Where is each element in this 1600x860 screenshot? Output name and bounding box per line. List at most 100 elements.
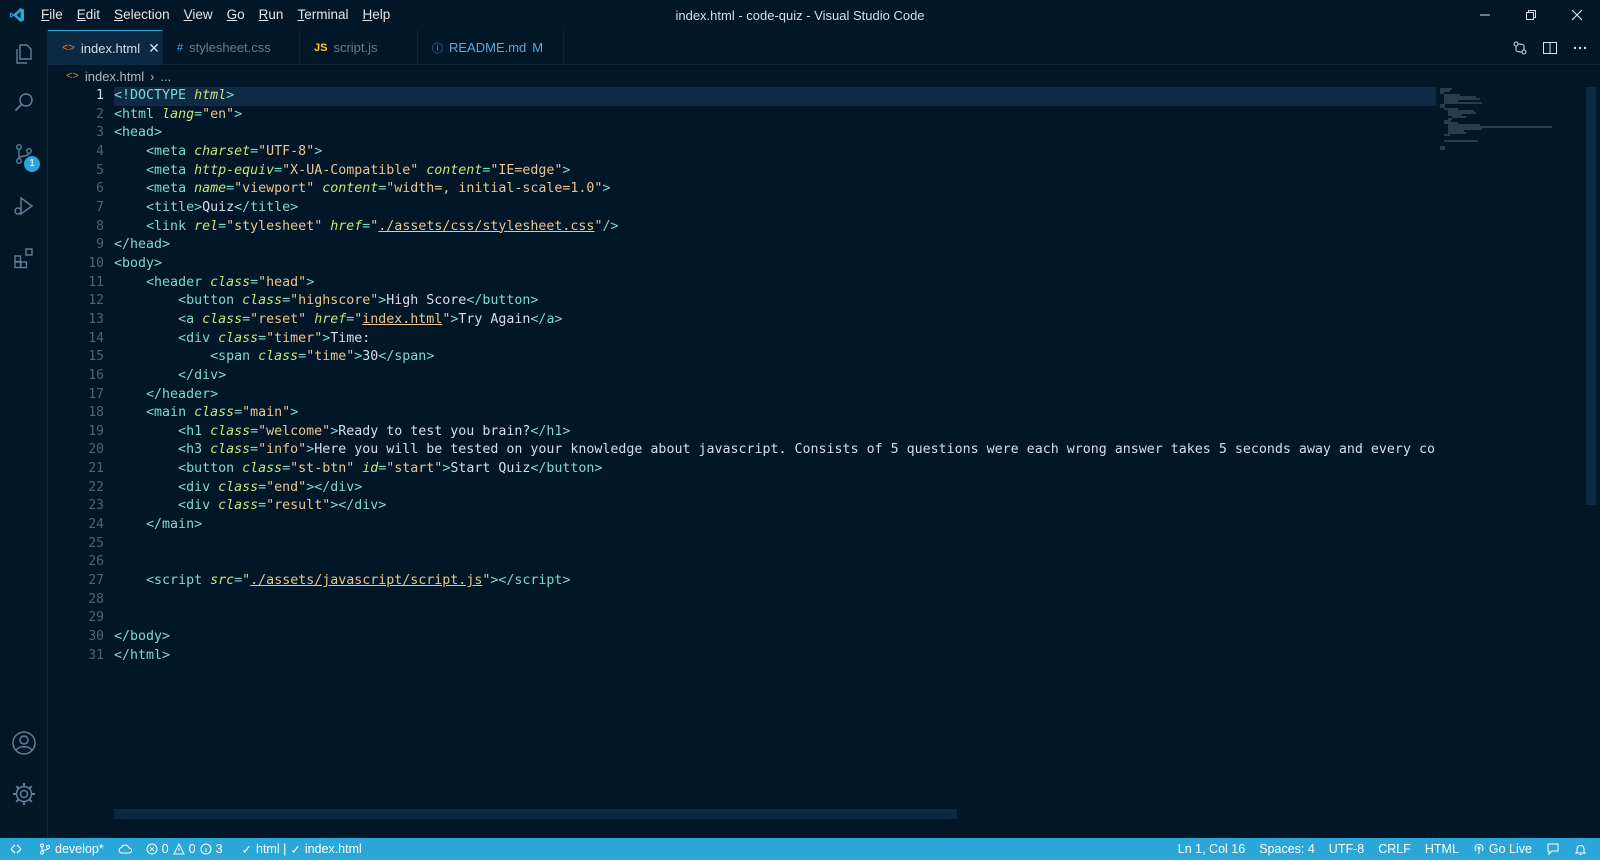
menu-view[interactable]: View — [177, 0, 220, 30]
search-icon — [14, 93, 33, 112]
html-validator-status[interactable]: ✓ html | ✓ index.html — [230, 838, 369, 860]
run-debug-button[interactable] — [0, 182, 48, 230]
code-line: <head> — [114, 125, 163, 141]
vertical-scrollbar[interactable] — [1586, 87, 1596, 505]
info-icon: ⓘ — [432, 42, 443, 55]
problems-indicator[interactable]: 0 0 3 — [139, 838, 230, 860]
close-icon — [1571, 9, 1583, 21]
end-of-line[interactable]: CRLF — [1371, 838, 1418, 860]
cloud-sync-icon — [118, 844, 132, 854]
sync-button[interactable] — [111, 838, 139, 860]
feedback-icon — [1547, 843, 1559, 856]
minimap-preview — [1440, 88, 1552, 150]
menu-edit[interactable]: Edit — [70, 0, 107, 30]
close-tab-icon[interactable]: ✕ — [148, 40, 160, 57]
error-icon — [146, 843, 158, 855]
tab-index-html[interactable]: <> index.html ✕ — [48, 30, 163, 65]
extensions-button[interactable] — [0, 234, 48, 282]
git-branch-icon — [40, 843, 50, 855]
split-editor-icon[interactable] — [1542, 40, 1558, 56]
line-number: 28 — [88, 591, 104, 607]
code-line: <button class="st-btn" id="start">Start … — [178, 461, 603, 477]
breadcrumb-file[interactable]: index.html — [85, 69, 144, 84]
line-number: 12 — [88, 293, 104, 309]
line-number: 30 — [88, 629, 104, 645]
bell-icon — [1574, 844, 1587, 855]
menu-run[interactable]: Run — [252, 0, 291, 30]
menu-go[interactable]: Go — [220, 0, 252, 30]
code-line: <div class="timer">Time: — [178, 330, 371, 346]
code-line: <div class="result"></div> — [178, 498, 387, 514]
source-control-button[interactable]: 1 — [0, 130, 48, 178]
line-number: 3 — [96, 125, 104, 141]
info-count: 3 — [215, 842, 223, 856]
cursor-position[interactable]: Ln 1, Col 16 — [1171, 838, 1252, 860]
feedback-button[interactable] — [1539, 838, 1567, 860]
line-number: 25 — [88, 535, 104, 551]
tab-stylesheet-css[interactable]: # stylesheet.css — [163, 30, 300, 65]
open-changes-icon[interactable] — [1512, 40, 1528, 56]
branch-indicator[interactable]: develop* — [32, 838, 111, 860]
extensions-icon — [14, 248, 33, 269]
minimap[interactable] — [1436, 87, 1556, 820]
line-number: 27 — [88, 573, 104, 589]
minimize-button[interactable] — [1462, 0, 1508, 30]
more-actions-icon[interactable] — [1572, 40, 1588, 56]
notifications-button[interactable] — [1567, 838, 1594, 860]
account-icon — [12, 731, 36, 755]
editor[interactable]: 1 2 3 4 5 6 7 8 9 10 11 12 13 14 15 16 17 18 19 20 21 22 23 24 2… — [48, 87, 1600, 820]
line-number: 8 — [96, 218, 104, 234]
line-number: 4 — [96, 143, 104, 159]
code-line: <meta name="viewport" content="width=, i… — [146, 181, 611, 197]
vscode-logo-icon — [0, 0, 34, 30]
line-number: 1 — [96, 88, 104, 103]
menu-terminal[interactable]: Terminal — [290, 0, 355, 30]
code-line: </div> — [178, 367, 227, 383]
status-bar-right: Ln 1, Col 16 Spaces: 4 UTF-8 CRLF HTML G… — [1171, 838, 1594, 860]
run-debug-icon — [14, 196, 34, 216]
code-area[interactable]: <!DOCTYPE html> <html lang="en"> <head> … — [114, 87, 1436, 665]
html-file-icon: <> — [62, 42, 75, 54]
go-live-label: Go Live — [1488, 842, 1532, 856]
code-line: <header class="head"> — [146, 274, 315, 290]
line-number: 10 — [88, 255, 104, 271]
menu-help[interactable]: Help — [355, 0, 397, 30]
restore-button[interactable] — [1508, 0, 1554, 30]
encoding[interactable]: UTF-8 — [1322, 838, 1371, 860]
line-number: 7 — [96, 199, 104, 215]
code-line: <title>Quiz</title> — [146, 199, 299, 215]
tab-readme-md[interactable]: ⓘ README.md M — [418, 30, 564, 65]
breadcrumb-symbols[interactable]: ... — [160, 69, 171, 84]
line-number-gutter: 1 2 3 4 5 6 7 8 9 10 11 12 13 14 15 16 17 18 19 20 21 22 23 24 2… — [48, 87, 104, 665]
tab-script-js[interactable]: JS script.js — [300, 30, 418, 65]
remote-indicator[interactable] — [0, 838, 32, 860]
accounts-button[interactable] — [0, 719, 48, 767]
search-button[interactable] — [0, 78, 48, 126]
explorer-button[interactable] — [0, 30, 48, 78]
tab-label: script.js — [333, 40, 378, 55]
error-count: 0 — [161, 842, 169, 856]
line-number: 11 — [88, 274, 104, 290]
css-file-icon: # — [177, 41, 184, 54]
horizontal-scrollbar[interactable] — [114, 809, 957, 819]
title-bar: File Edit Selection View Go Run Terminal… — [0, 0, 1600, 30]
tab-label: index.html — [80, 40, 141, 56]
breadcrumb: <> index.html › ... — [48, 65, 1600, 87]
status-bar: develop* 0 0 3 ✓ html | ✓ index.html Ln … — [0, 838, 1600, 860]
manage-button[interactable] — [0, 770, 48, 818]
line-number: 24 — [88, 517, 104, 533]
go-live-button[interactable]: Go Live — [1466, 838, 1539, 860]
menu-bar: File Edit Selection View Go Run Terminal… — [34, 0, 397, 30]
language-mode[interactable]: HTML — [1418, 838, 1466, 860]
indentation[interactable]: Spaces: 4 — [1252, 838, 1322, 860]
menu-file[interactable]: File — [34, 0, 70, 30]
menu-selection[interactable]: Selection — [107, 0, 177, 30]
close-window-button[interactable] — [1554, 0, 1600, 30]
code-line: <div class="end"></div> — [178, 479, 363, 495]
code-line: <a class="reset" href="index.html">Try A… — [178, 311, 563, 327]
code-line: </html> — [114, 647, 171, 663]
code-line: <main class="main"> — [146, 405, 299, 421]
check-icon: ✓ — [290, 842, 301, 857]
